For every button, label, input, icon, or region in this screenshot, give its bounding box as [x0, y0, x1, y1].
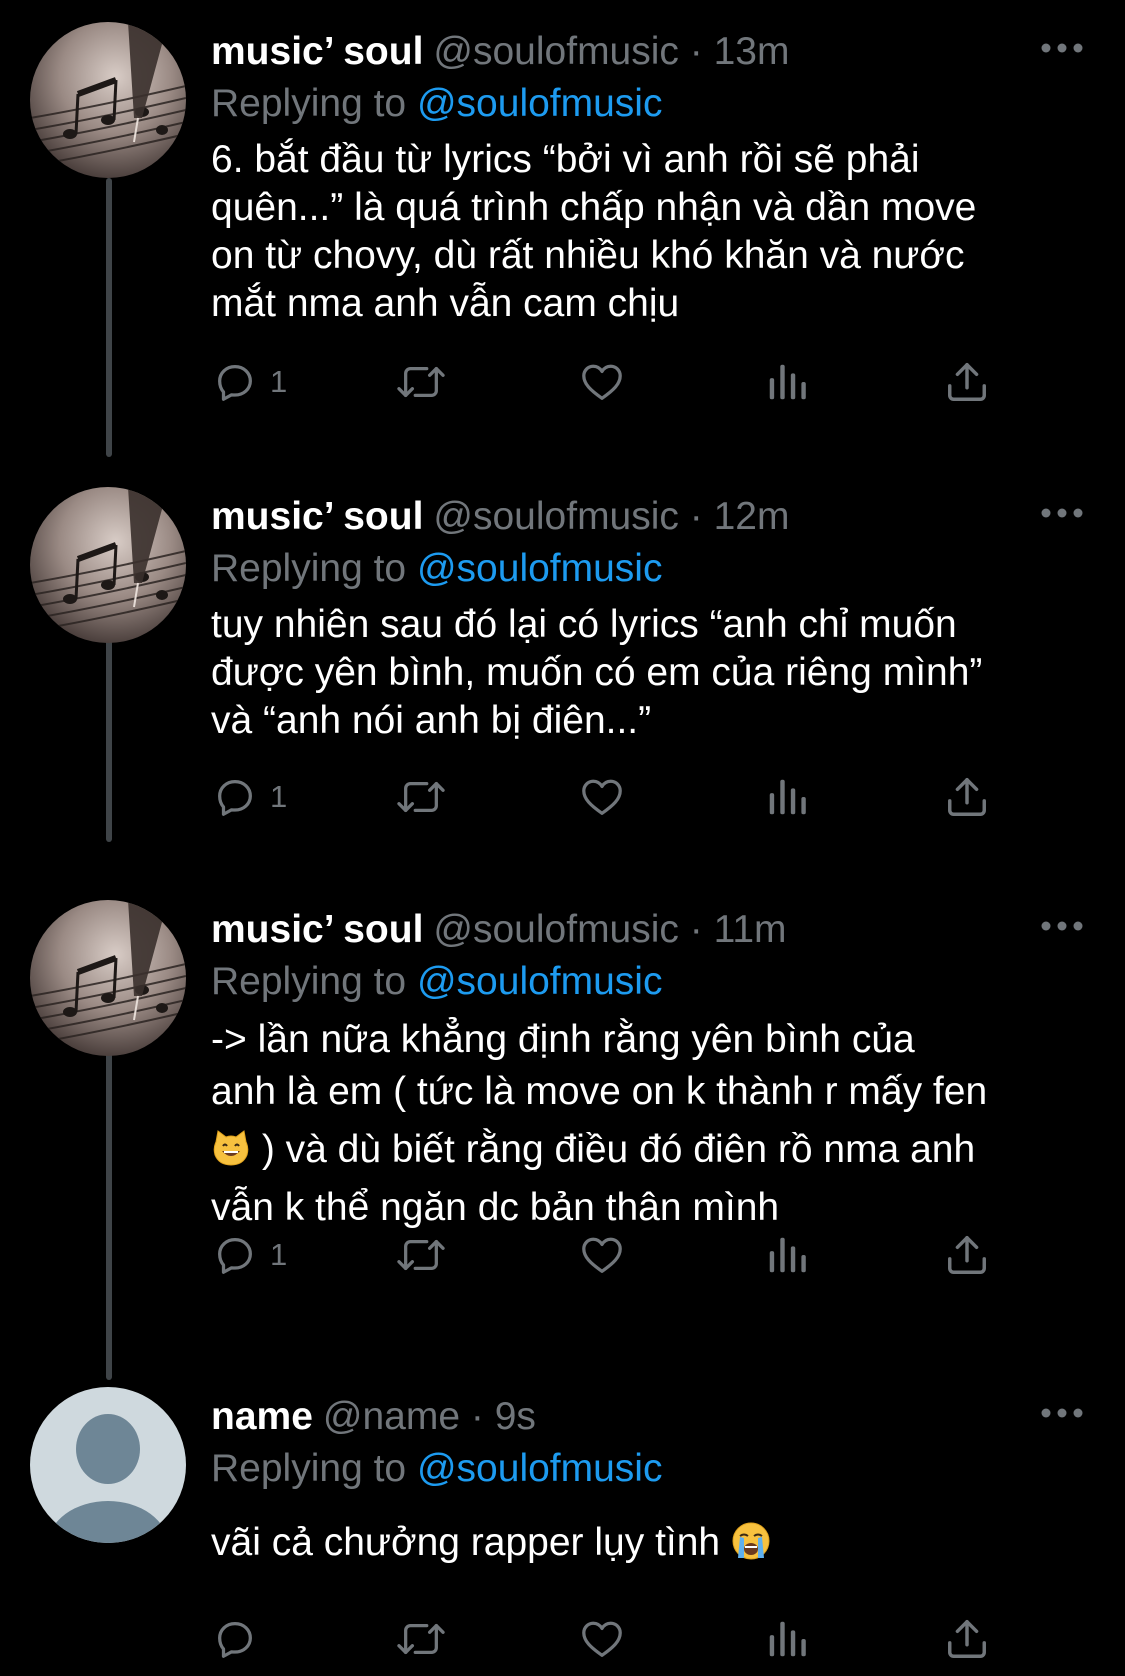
mention-link[interactable]: @soulofmusic [417, 960, 663, 1003]
replying-to-label: Replying to [211, 547, 407, 590]
display-name[interactable]: name [211, 1395, 313, 1438]
retweet-button[interactable] [396, 352, 446, 412]
retweet-icon [396, 774, 446, 820]
reply-button[interactable]: 1 [212, 1225, 287, 1285]
share-icon [944, 359, 990, 405]
retweet-button[interactable] [396, 1609, 446, 1669]
tweet-text-line: -> lần nữa khẳng định rằng yên bình của [211, 1018, 915, 1061]
share-button[interactable] [944, 1225, 990, 1285]
like-button[interactable] [578, 352, 626, 412]
tweet-actions: 1 [0, 767, 1125, 827]
loudly-crying-face-emoji [731, 1521, 771, 1575]
replying-to-label: Replying to [211, 82, 407, 125]
tweet-header: music’ soul @soulofmusic · 13m [211, 26, 1125, 78]
heart-icon [578, 1232, 626, 1278]
tweet-header: music’ soul @soulofmusic · 12m [211, 491, 1125, 543]
retweet-button[interactable] [396, 767, 446, 827]
retweet-icon [396, 1232, 446, 1278]
tweet[interactable]: music’ soul @soulofmusic · 12m Replying t… [0, 487, 1125, 887]
replying-to-label: Replying to [211, 960, 407, 1003]
reply-icon [212, 359, 258, 405]
heart-icon [578, 359, 626, 405]
tweet[interactable]: music’ soul @soulofmusic · 13m Replying t… [0, 22, 1125, 442]
display-name[interactable]: music’ soul [211, 495, 423, 538]
tweet-text-line: anh là em ( tức là move on k thành r mấy… [211, 1070, 988, 1113]
reply-count: 1 [270, 1237, 288, 1272]
share-icon [944, 774, 990, 820]
replying-to: Replying to @soulofmusic [211, 956, 662, 1008]
like-button[interactable] [578, 767, 626, 827]
analytics-icon [764, 774, 810, 820]
retweet-button[interactable] [396, 1225, 446, 1285]
display-name[interactable]: music’ soul [211, 30, 423, 73]
more-options-icon[interactable] [1040, 900, 1084, 952]
share-button[interactable] [944, 767, 990, 827]
like-button[interactable] [578, 1225, 626, 1285]
reply-icon [212, 1616, 258, 1662]
heart-icon [578, 774, 626, 820]
tweet[interactable]: music’ soul @soulofmusic · 11m Replying t… [0, 900, 1125, 1360]
like-button[interactable] [578, 1609, 626, 1669]
more-options-icon[interactable] [1040, 487, 1084, 539]
tweet-text: tuy nhiên sau đó lại có lyrics “anh chỉ … [211, 603, 983, 742]
heart-icon [578, 1616, 626, 1662]
tweet-text: 6. bắt đầu từ lyrics “bởi vì anh rồi sẽ … [211, 138, 977, 325]
music-sheet-avatar[interactable] [30, 487, 186, 643]
tweet-text-line: ) và dù biết rằng điều đó điên rồ nma an… [211, 1124, 1091, 1182]
display-name[interactable]: music’ soul [211, 908, 423, 951]
tweet-text: -> lần nữa khẳng định rằng yên bình của … [211, 1014, 1091, 1234]
analytics-icon [764, 1616, 810, 1662]
tweet-header: music’ soul @soulofmusic · 11m [211, 904, 1125, 956]
analytics-button[interactable] [764, 767, 810, 827]
tweet-actions [0, 1609, 1125, 1669]
handle-and-time: @soulofmusic · 12m [433, 495, 790, 538]
analytics-icon [764, 1232, 810, 1278]
tweet-text-segment: vãi cả chưởng rapper lụy tình [211, 1521, 731, 1564]
tweet-text-segment: ) và dù biết rằng điều đó điên rồ nma an… [251, 1128, 976, 1171]
reply-count: 1 [270, 364, 288, 399]
more-options-icon[interactable] [1040, 1387, 1084, 1439]
handle-and-time: @name · 9s [322, 1395, 536, 1438]
music-sheet-avatar[interactable] [30, 22, 186, 178]
reply-button[interactable] [212, 1609, 270, 1669]
share-button[interactable] [944, 1609, 990, 1669]
music-sheet-avatar[interactable] [30, 900, 186, 1056]
analytics-button[interactable] [764, 352, 810, 412]
replying-to: Replying to @soulofmusic [211, 543, 662, 595]
reply-count: 1 [270, 779, 288, 814]
mention-link[interactable]: @soulofmusic [417, 547, 663, 590]
tweet-text: vãi cả chưởng rapper lụy tình [211, 1517, 1091, 1575]
share-button[interactable] [944, 352, 990, 412]
tweet-header: name @name · 9s [211, 1391, 1125, 1443]
replying-to: Replying to @soulofmusic [211, 78, 662, 130]
reply-icon [212, 774, 258, 820]
analytics-button[interactable] [764, 1225, 810, 1285]
handle-and-time: @soulofmusic · 13m [433, 30, 790, 73]
retweet-icon [396, 359, 446, 405]
reply-icon [212, 1232, 258, 1278]
handle-and-time: @soulofmusic · 11m [433, 908, 787, 951]
tweet-actions: 1 [0, 352, 1125, 412]
default-profile-avatar[interactable] [30, 1387, 186, 1543]
share-icon [944, 1232, 990, 1278]
tweet-actions: 1 [0, 1225, 1125, 1285]
mention-link[interactable]: @soulofmusic [417, 1447, 663, 1490]
reply-button[interactable]: 1 [212, 767, 287, 827]
reply-button[interactable]: 1 [212, 352, 287, 412]
replying-to: Replying to @soulofmusic [211, 1443, 662, 1495]
replying-to-label: Replying to [211, 1447, 407, 1490]
more-options-icon[interactable] [1040, 22, 1084, 74]
analytics-button[interactable] [764, 1609, 810, 1669]
tweet[interactable]: name @name · 9s Replying to @soulofmusic … [0, 1387, 1125, 1676]
analytics-icon [764, 359, 810, 405]
mention-link[interactable]: @soulofmusic [417, 82, 663, 125]
grinning-cat-emoji [211, 1128, 251, 1182]
retweet-icon [396, 1616, 446, 1662]
share-icon [944, 1616, 990, 1662]
